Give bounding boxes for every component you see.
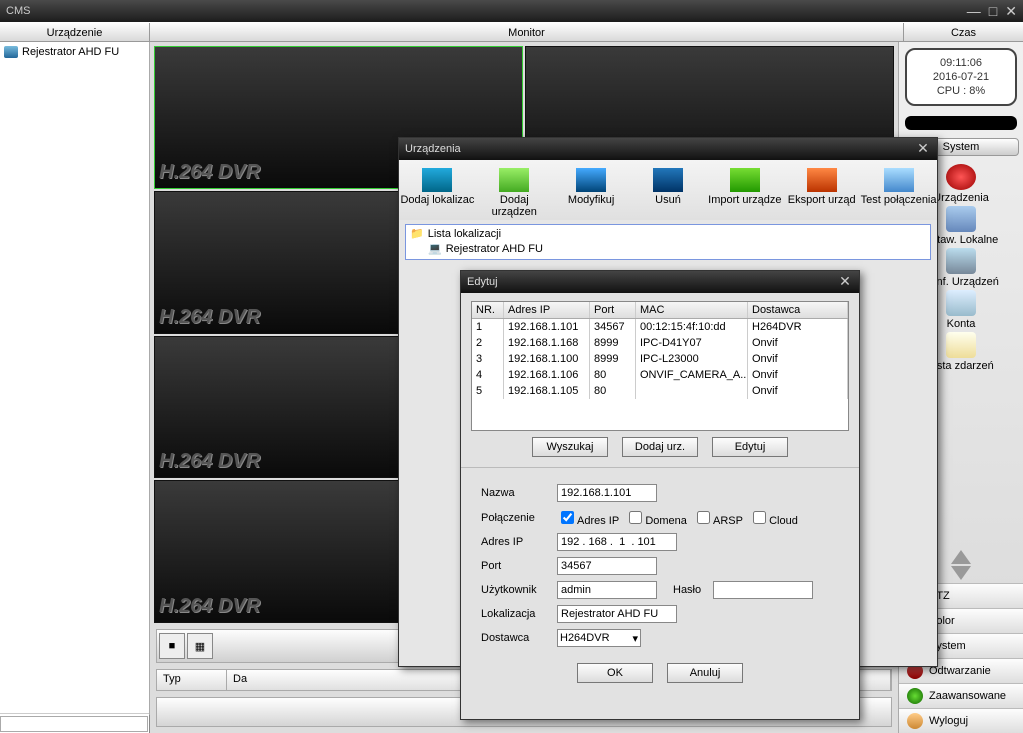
tree-root[interactable]: Rejestrator AHD FU — [4, 46, 145, 58]
tab-advanced[interactable]: Zaawansowane — [899, 683, 1023, 708]
close-icon[interactable]: ✕ — [915, 141, 931, 157]
recorder-icon: 💻 — [428, 242, 442, 257]
section-device: Urządzenie — [0, 23, 150, 41]
conn-cloud-check[interactable]: Cloud — [749, 508, 798, 527]
location-field — [557, 605, 677, 623]
edit-dialog: Edytuj ✕ NR. Adres IP Port MAC Dostawca … — [460, 270, 860, 720]
view-quad-button[interactable]: ▦ — [187, 633, 213, 659]
connection-label: Połączenie — [481, 512, 557, 524]
recorder-icon — [4, 46, 18, 58]
folder-icon: 📁 — [410, 227, 424, 242]
section-time: Czas — [903, 23, 1023, 41]
section-row: Urządzenie Monitor Czas — [0, 22, 1023, 42]
sys-accounts[interactable]: Konta — [946, 290, 976, 330]
typ-header: Typ — [157, 670, 227, 690]
view-single-button[interactable]: ■ — [159, 633, 185, 659]
vendor-select[interactable]: H264DVR ▾ — [557, 629, 641, 647]
test-connection-button[interactable]: Test połączenia — [860, 168, 937, 218]
tab-logout[interactable]: Wyloguj — [899, 708, 1023, 733]
conn-arsp-check[interactable]: ARSP — [693, 508, 743, 527]
location-list: 📁 Lista lokalizacji 💻 Rejestrator AHD FU — [405, 224, 931, 260]
left-panel: Rejestrator AHD FU 🔍 ↻ — [0, 42, 150, 733]
close-icon[interactable]: ✕ — [1005, 3, 1017, 20]
down-arrow-icon[interactable] — [951, 566, 971, 580]
col-ip[interactable]: Adres IP — [504, 302, 590, 318]
user-field[interactable] — [557, 581, 657, 599]
user-label: Użytkownik — [481, 584, 557, 596]
conn-ip-check[interactable]: Adres IP — [557, 508, 619, 527]
edit-dialog-title-bar[interactable]: Edytuj ✕ — [461, 271, 859, 293]
table-row[interactable]: 5192.168.1.10580Onvif — [472, 383, 848, 399]
devices-toolbar: Dodaj lokalizac Dodaj urządzen Modyfikuj… — [399, 160, 937, 220]
list-item[interactable]: 💻 Rejestrator AHD FU — [428, 242, 926, 257]
close-icon[interactable]: ✕ — [837, 274, 853, 290]
col-vendor[interactable]: Dostawca — [748, 302, 848, 318]
vendor-label: Dostawca — [481, 632, 557, 644]
col-mac[interactable]: MAC — [636, 302, 748, 318]
clock-time: 09:11:06 — [909, 56, 1013, 70]
sys-devices[interactable]: Urządzenia — [933, 164, 989, 204]
address-label: Adres IP — [481, 536, 557, 548]
port-field[interactable] — [557, 557, 657, 575]
table-row[interactable]: 1192.168.1.1013456700:12:15:4f:10:ddH264… — [472, 319, 848, 335]
table-row[interactable]: 4192.168.1.10680ONVIF_CAMERA_A...Onvif — [472, 367, 848, 383]
ok-button[interactable]: OK — [577, 663, 653, 683]
edit-dialog-title: Edytuj — [467, 276, 498, 288]
add-location-button[interactable]: Dodaj lokalizac — [399, 168, 476, 218]
section-monitor: Monitor — [150, 23, 903, 41]
import-button[interactable]: Import urządze — [706, 168, 783, 218]
chevron-down-icon: ▾ — [632, 632, 638, 645]
cancel-button[interactable]: Anuluj — [667, 663, 743, 683]
edit-form: Nazwa Połączenie Adres IP Domena ARSP Cl… — [461, 474, 859, 657]
search-input[interactable] — [0, 716, 148, 732]
device-table: NR. Adres IP Port MAC Dostawca 1192.168.… — [471, 301, 849, 431]
modify-button[interactable]: Modyfikuj — [553, 168, 630, 218]
address-field[interactable] — [557, 533, 677, 551]
table-header: NR. Adres IP Port MAC Dostawca — [472, 302, 848, 319]
list-header-row[interactable]: 📁 Lista lokalizacji — [410, 227, 926, 242]
device-tree: Rejestrator AHD FU — [0, 42, 149, 713]
export-button[interactable]: Eksport urząd — [783, 168, 860, 218]
up-arrow-icon[interactable] — [951, 550, 971, 564]
search-buttons: Wyszukaj Dodaj urz. Edytuj — [461, 437, 859, 457]
name-label: Nazwa — [481, 487, 557, 499]
maximize-icon[interactable]: □ — [989, 3, 997, 19]
app-title: CMS — [6, 5, 30, 17]
center-panel: H.264 DVR H.264 DVR H.264 DVR H.264 DVR … — [150, 42, 898, 733]
pass-label: Hasło — [673, 584, 713, 596]
clock-cpu: CPU : 8% — [909, 84, 1013, 98]
name-field[interactable] — [557, 484, 657, 502]
status-bar — [905, 116, 1017, 130]
add-device-btn[interactable]: Dodaj urz. — [622, 437, 698, 457]
add-device-button[interactable]: Dodaj urządzen — [476, 168, 553, 218]
tree-root-label: Rejestrator AHD FU — [22, 46, 119, 58]
devices-dialog-title: Urządzenia — [405, 143, 461, 155]
title-bar: CMS — □ ✕ — [0, 0, 1023, 22]
col-nr[interactable]: NR. — [472, 302, 504, 318]
confirm-buttons: OK Anuluj — [461, 663, 859, 683]
table-row[interactable]: 3192.168.1.1008999IPC-L23000Onvif — [472, 351, 848, 367]
devices-dialog-title-bar[interactable]: Urządzenia ✕ — [399, 138, 937, 160]
delete-button[interactable]: Usuń — [630, 168, 707, 218]
port-label: Port — [481, 560, 557, 572]
edit-button[interactable]: Edytuj — [712, 437, 788, 457]
sys-events[interactable]: Lista zdarzeń — [928, 332, 993, 372]
password-field[interactable] — [713, 581, 813, 599]
search-button[interactable]: Wyszukaj — [532, 437, 608, 457]
search-row: 🔍 ↻ — [0, 713, 149, 733]
conn-domain-check[interactable]: Domena — [625, 508, 687, 527]
minimize-icon[interactable]: — — [967, 3, 981, 19]
col-port[interactable]: Port — [590, 302, 636, 318]
table-row[interactable]: 2192.168.1.1688999IPC-D41Y07Onvif — [472, 335, 848, 351]
clock-box: 09:11:06 2016-07-21 CPU : 8% — [905, 48, 1017, 106]
clock-date: 2016-07-21 — [909, 70, 1013, 84]
location-label: Lokalizacja — [481, 608, 557, 620]
